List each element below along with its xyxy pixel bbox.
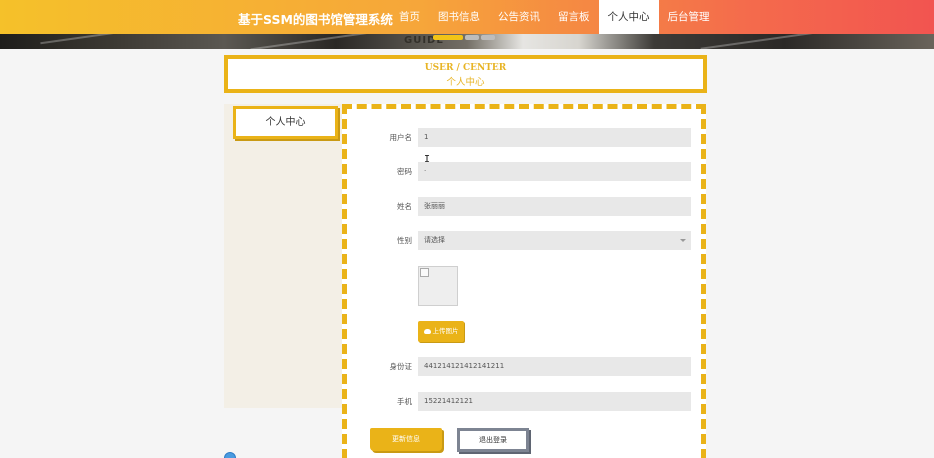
nav-notices[interactable]: 公告资讯 [489,0,549,34]
cloud-upload-icon [423,328,431,334]
banner-texture [40,34,130,45]
text-cursor-icon: I [424,154,431,165]
top-header: 基于SSM的图书馆管理系统 首页 图书信息 公告资讯 留言板 个人中心 后台管理 [0,0,934,34]
chevron-down-icon [680,239,686,242]
carousel-dot[interactable] [465,35,479,40]
phone-row: 手机 15221412121 [347,392,701,412]
floating-icon[interactable] [224,452,236,458]
password-label: 密码 [397,167,412,176]
password-input[interactable]: · [418,162,691,181]
update-info-button[interactable]: 更新信息 [370,428,442,451]
nav-books[interactable]: 图书信息 [429,0,489,34]
nav-admin[interactable]: 后台管理 [659,0,719,34]
gender-select-placeholder: 请选择 [424,236,445,244]
username-row: 用户名 1 [347,128,701,148]
carousel-dot[interactable] [433,35,463,40]
logout-button[interactable]: 退出登录 [457,428,529,452]
carousel-dot[interactable] [481,35,495,40]
upload-image-button[interactable]: 上传图片 [418,321,464,342]
name-input[interactable]: 张丽丽 [418,197,691,216]
page-title-cn: 个人中心 [446,77,485,88]
banner-texture [250,34,370,49]
name-row: 姓名 张丽丽 [347,197,701,217]
avatar-preview [418,266,458,306]
phone-input[interactable]: 15221412121 [418,392,691,411]
page-title-box: USER / CENTER 个人中心 [224,55,707,93]
username-input[interactable]: 1 [418,128,691,147]
gender-select[interactable]: 请选择 [418,231,691,250]
carousel-dots [433,35,495,40]
banner-texture [700,34,840,49]
sidebar: 个人中心 [224,104,342,408]
name-label: 姓名 [397,202,412,211]
id-card-row: 身份证 441214121412141211 [347,357,701,377]
phone-label: 手机 [397,397,412,406]
nav-user-center[interactable]: 个人中心 [598,0,659,34]
page-title-en: USER / CENTER [424,63,507,73]
password-row: 密码 · [347,162,701,182]
id-card-input[interactable]: 441214121412141211 [418,357,691,376]
username-label: 用户名 [389,133,413,142]
nav-message-board[interactable]: 留言板 [549,0,599,34]
profile-form: 用户名 1 密码 · 姓名 张丽丽 性别 请选择 上传图片 身份证 441214… [342,104,706,458]
site-title[interactable]: 基于SSM的图书馆管理系统 [238,9,393,28]
main-nav: 首页 图书信息 公告资讯 留言板 个人中心 后台管理 [390,0,719,34]
nav-home[interactable]: 首页 [390,0,429,34]
id-card-label: 身份证 [389,362,413,371]
upload-image-label: 上传图片 [432,327,459,335]
broken-image-icon [420,268,429,277]
sidebar-item-user-center[interactable]: 个人中心 [233,106,338,139]
gender-label: 性别 [397,236,412,245]
gender-row: 性别 请选择 [347,231,701,251]
